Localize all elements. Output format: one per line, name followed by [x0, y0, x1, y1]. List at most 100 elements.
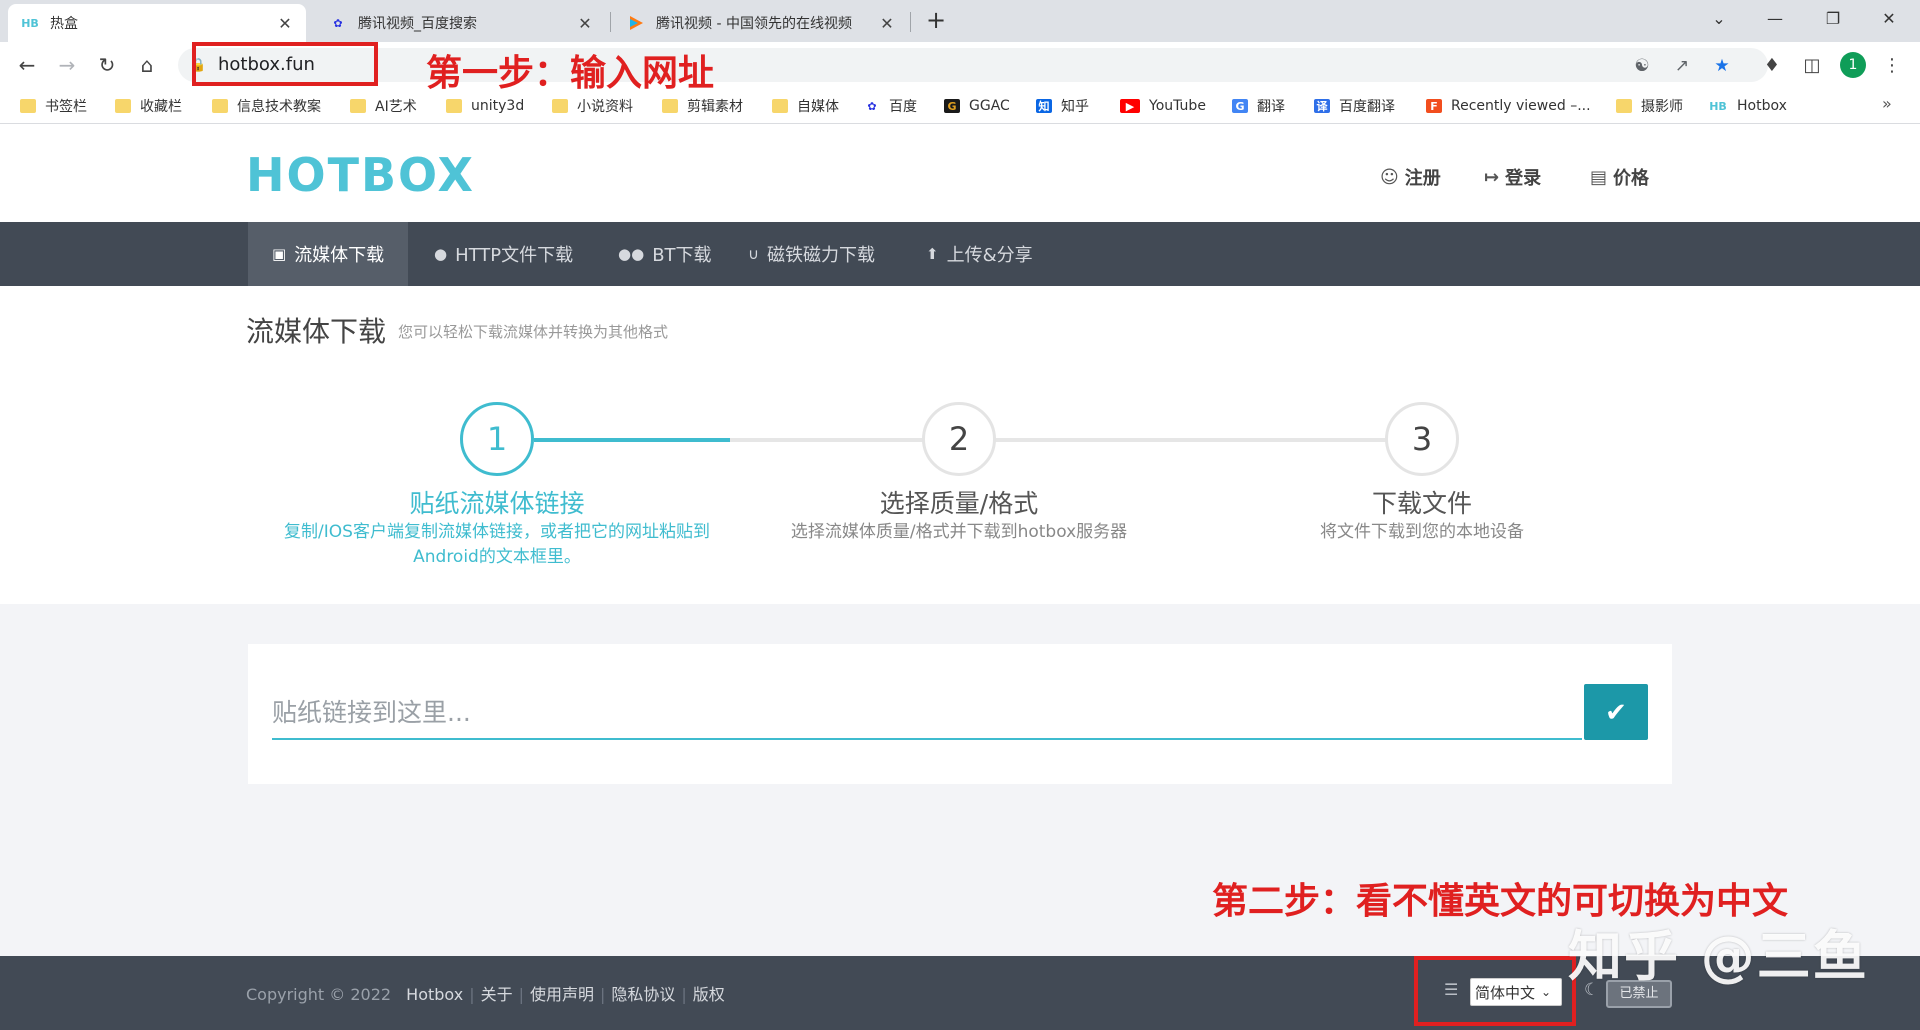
footer-link-privacy[interactable]: 隐私协议: [611, 985, 675, 1004]
tab-divider: [610, 12, 611, 32]
extensions-puzzle-icon[interactable]: ♦: [1758, 52, 1786, 80]
nav-bt-download[interactable]: ●● BT下载: [594, 222, 736, 286]
baidu-paw-icon: ✿: [867, 99, 877, 113]
step-3-circle: 3: [1385, 402, 1459, 476]
bookmark-folder[interactable]: 自媒体: [772, 96, 839, 116]
nav-http-download[interactable]: ● HTTP文件下载: [410, 222, 597, 286]
share-icon[interactable]: ↗: [1670, 54, 1694, 78]
step-3-description: 将文件下载到您的本地设备: [1320, 522, 1524, 542]
zhihu-watermark: 知乎 @三鱼: [1568, 925, 1869, 988]
step-2-description: 选择流媒体质量/格式并下载到hotbox服务器: [790, 522, 1128, 542]
user-icon: ●: [434, 245, 448, 263]
minimize-window-icon[interactable]: —: [1752, 4, 1798, 34]
gift-icon: ▤: [1590, 166, 1608, 188]
footer-separator: |: [469, 985, 475, 1004]
new-tab-plus-icon[interactable]: +: [922, 6, 950, 34]
tab-divider: [910, 12, 911, 32]
folder-icon: [446, 99, 462, 113]
back-arrow-icon[interactable]: ←: [12, 50, 42, 80]
close-tab-icon[interactable]: ✕: [576, 14, 594, 33]
bookmark-star-icon[interactable]: ★: [1710, 54, 1734, 78]
footer-separator: |: [518, 985, 524, 1004]
bookmark-baidu[interactable]: ✿ 百度: [864, 96, 917, 116]
nav-upload-share[interactable]: ⬆ 上传&分享: [902, 222, 1057, 286]
pricing-link[interactable]: ▤ 价格: [1590, 164, 1649, 190]
users-icon: ●●: [618, 245, 645, 263]
step-progress-line-active: [534, 438, 730, 442]
tencent-video-play-icon: [626, 15, 646, 31]
bookmark-folder[interactable]: 信息技术教案: [212, 96, 321, 116]
footer-link-terms[interactable]: 使用声明: [530, 985, 594, 1004]
bookmark-folder[interactable]: 摄影师: [1616, 96, 1683, 116]
folder-icon: [212, 99, 228, 113]
translate-page-icon[interactable]: ☯: [1630, 54, 1654, 78]
folder-icon: [350, 99, 366, 113]
browser-tab-baidu-search[interactable]: ✿ 腾讯视频_百度搜索 ✕: [316, 4, 606, 42]
close-window-icon[interactable]: ✕: [1866, 4, 1912, 34]
browser-tab-hotbox[interactable]: HB 热盒 ✕: [8, 4, 306, 42]
nav-magnet-download[interactable]: ∪ 磁铁磁力下载: [724, 222, 899, 286]
side-panel-icon[interactable]: ◫: [1798, 52, 1826, 80]
bookmark-folder[interactable]: unity3d: [446, 96, 524, 116]
close-tab-icon[interactable]: ✕: [276, 14, 294, 33]
nav-streaming-download[interactable]: ▣ 流媒体下载: [248, 222, 409, 286]
stream-link-input[interactable]: [272, 686, 1582, 740]
annotation-box-language: [1414, 956, 1576, 1026]
footer-link-about[interactable]: 关于: [481, 985, 513, 1004]
step-3-title: 下载文件: [1371, 489, 1472, 518]
page-subtitle: 您可以轻松下载流媒体并转换为其他格式: [398, 323, 669, 341]
upload-icon: ⬆: [926, 245, 939, 263]
step-1-title: 贴纸流媒体链接: [409, 489, 585, 518]
youtube-play-icon: ▶: [1120, 99, 1140, 113]
bookmark-folder[interactable]: AI艺术: [350, 96, 417, 116]
bookmark-youtube[interactable]: ▶ YouTube: [1120, 96, 1206, 116]
close-tab-icon[interactable]: ✕: [878, 14, 896, 33]
bookmark-hotbox[interactable]: HB Hotbox: [1708, 96, 1787, 116]
baidu-paw-icon: ✿: [333, 16, 343, 30]
bookmark-zhihu[interactable]: 知知乎: [1036, 96, 1089, 116]
forward-arrow-icon[interactable]: →: [52, 50, 82, 80]
film-icon: ▣: [272, 245, 287, 263]
bookmark-folder[interactable]: 小说资料: [552, 96, 633, 116]
submit-link-button[interactable]: ✔: [1584, 684, 1648, 740]
footer-link-copyright[interactable]: 版权: [693, 985, 725, 1004]
tab-title: 腾讯视频 - 中国领先的在线视频: [656, 16, 852, 32]
folder-icon: [552, 99, 568, 113]
footer-copyright: Copyright © 2022 Hotbox | 关于 | 使用声明 | 隐私协议 | 版权: [246, 985, 725, 1004]
hotbox-favicon-icon: HB: [1709, 99, 1727, 113]
magnet-icon: ∪: [748, 245, 759, 263]
bookmark-ggac[interactable]: G GGAC: [944, 96, 1010, 116]
bookmark-folder[interactable]: 收藏栏: [115, 96, 182, 116]
reload-icon[interactable]: ↻: [92, 50, 122, 80]
bookmark-baidu-translate[interactable]: 译百度翻译: [1314, 96, 1395, 116]
footer-separator: |: [600, 985, 606, 1004]
hotbox-logo[interactable]: HOTBOX: [246, 148, 475, 202]
page-title: 流媒体下载: [246, 315, 387, 348]
folder-icon: [1616, 99, 1632, 113]
tab-search-chevron-icon[interactable]: ⌄: [1696, 4, 1742, 34]
bookmark-folder[interactable]: 书签栏: [20, 96, 87, 116]
step-1-description: 复制/IOS客户端复制流媒体链接，或者把它的网址粘贴到 Android的文本框里…: [284, 522, 710, 567]
profile-avatar[interactable]: 1: [1840, 52, 1866, 78]
baidu-translate-icon: 译: [1314, 99, 1330, 113]
figma-logo-icon: F: [1426, 99, 1442, 113]
translate-icon: G: [1232, 99, 1248, 113]
browser-tab-tencent-video[interactable]: 腾讯视频 - 中国领先的在线视频 ✕: [614, 4, 908, 42]
ggac-logo-icon: G: [944, 99, 960, 113]
login-link[interactable]: ↦ 登录: [1484, 164, 1541, 190]
footer-link-hotbox[interactable]: Hotbox: [406, 985, 463, 1004]
hotbox-favicon-icon: HB: [21, 16, 39, 30]
annotation-box-url: [192, 42, 378, 86]
check-icon: ✔: [1605, 696, 1627, 727]
bookmark-translate[interactable]: G 翻译: [1232, 96, 1285, 116]
more-bookmarks-chevron-icon[interactable]: »: [1882, 94, 1892, 113]
bookmark-folder[interactable]: 剪辑素材: [662, 96, 743, 116]
address-bar[interactable]: [178, 48, 1768, 82]
browser-menu-kebab-icon[interactable]: ⋮: [1878, 52, 1906, 80]
register-link[interactable]: ☺ 注册: [1380, 164, 1441, 190]
step-2-title: 选择质量/格式: [879, 489, 1039, 518]
restore-window-icon[interactable]: ❐: [1810, 4, 1856, 34]
bookmark-figma[interactable]: F Recently viewed –...: [1426, 96, 1591, 116]
tab-title: 热盒: [50, 16, 78, 32]
home-icon[interactable]: ⌂: [132, 50, 162, 80]
